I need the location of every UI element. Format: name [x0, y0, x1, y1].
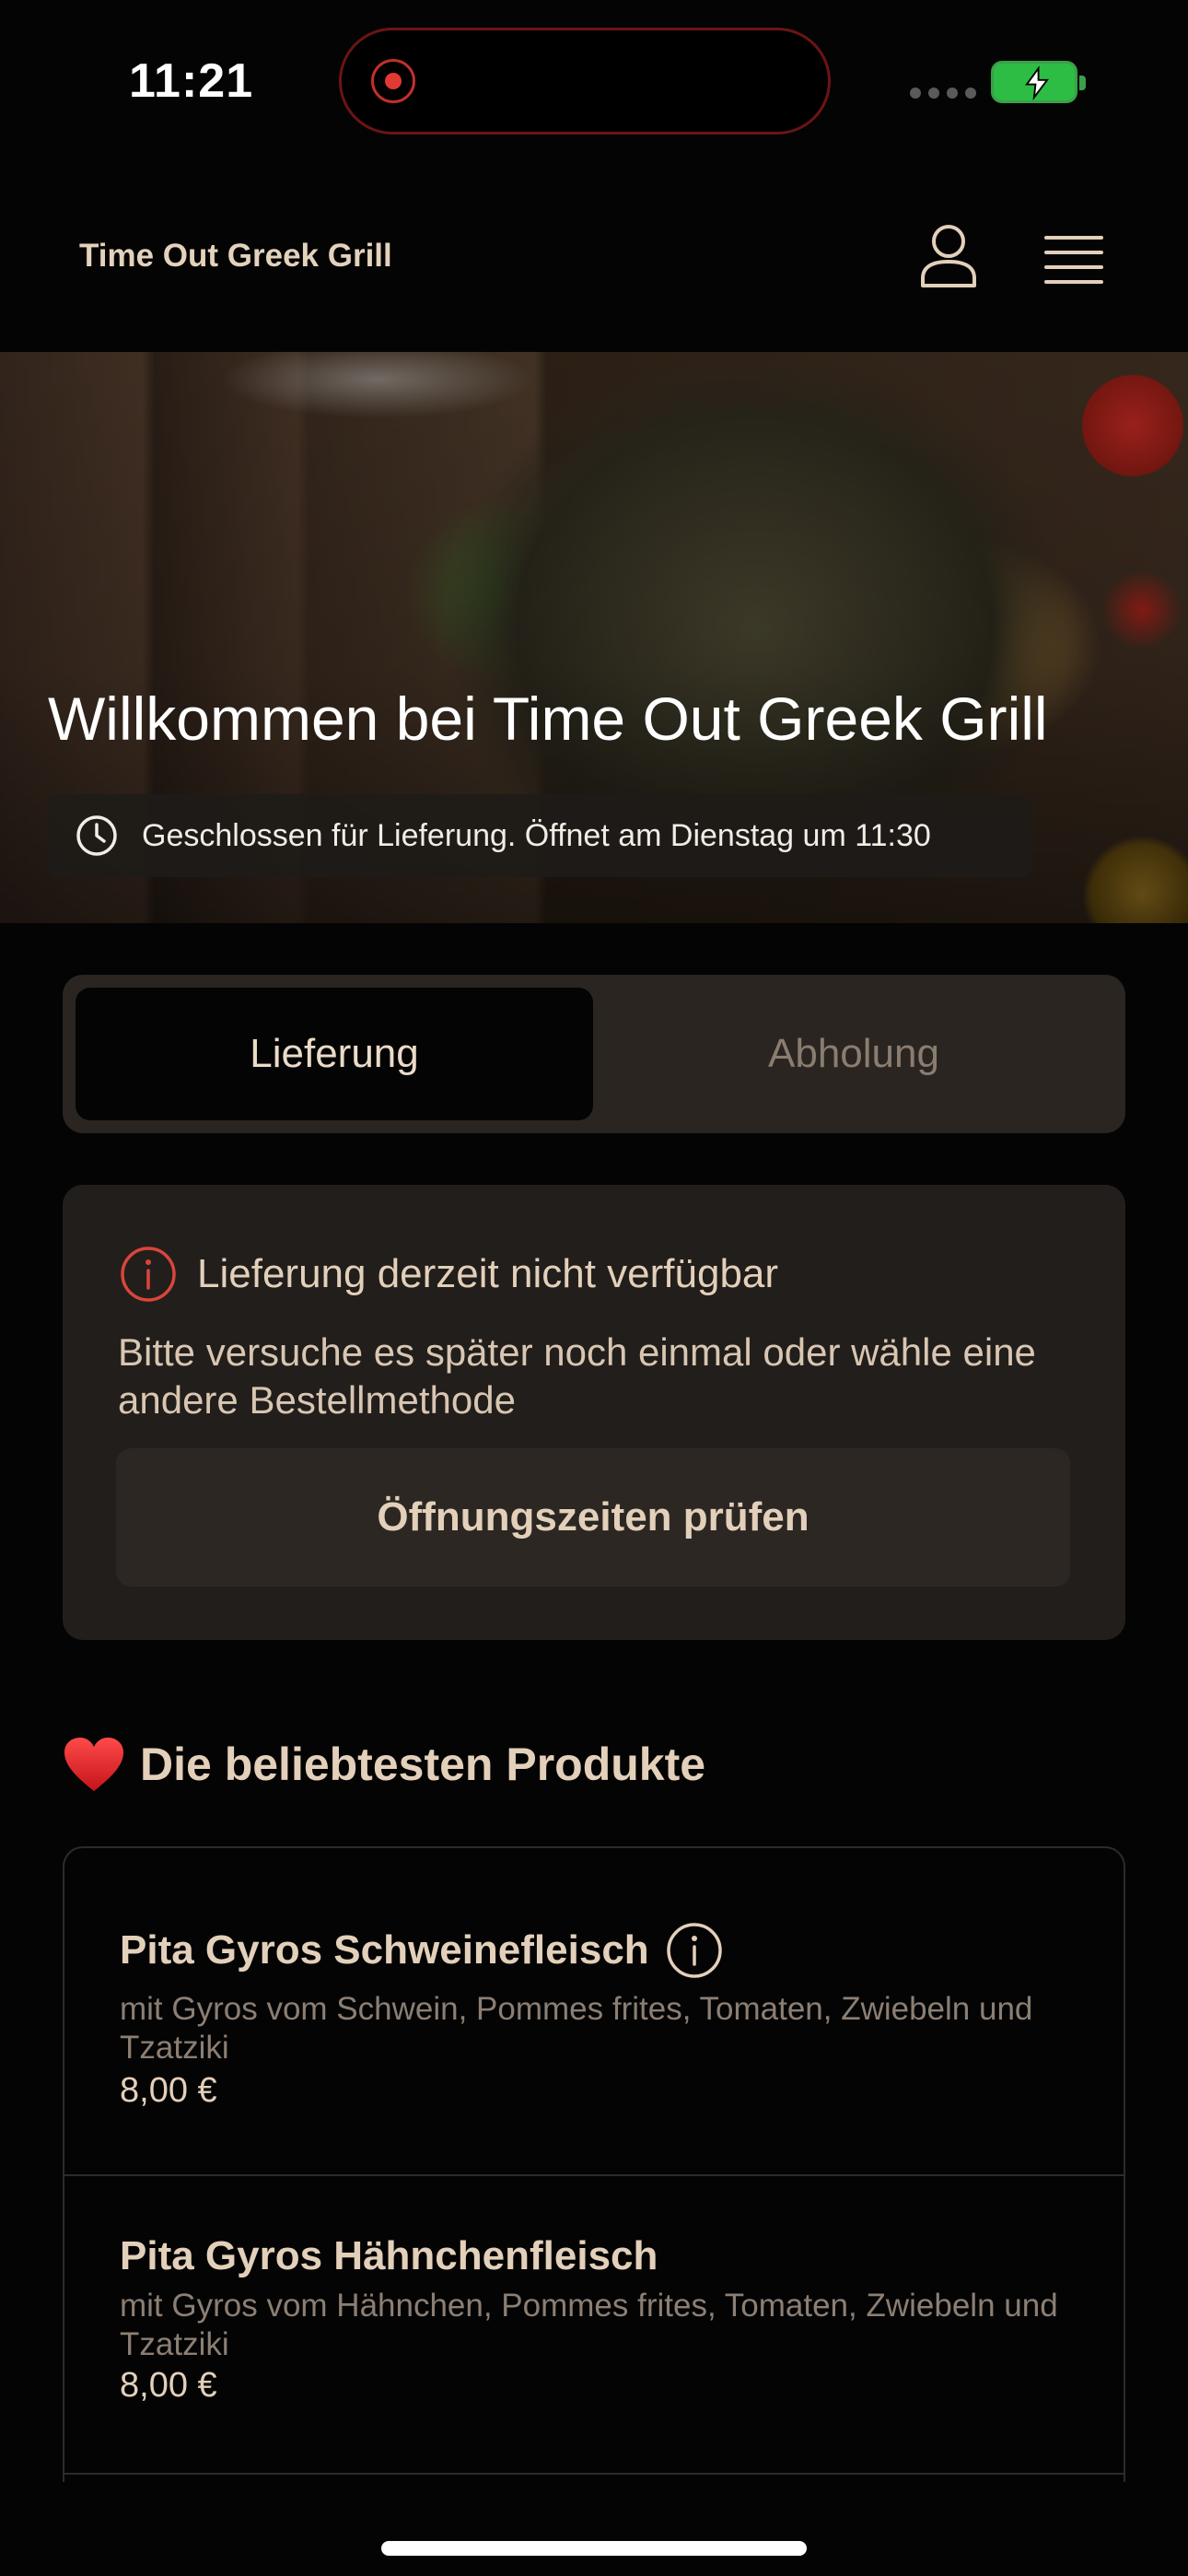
hero-title: Willkommen bei Time Out Greek Grill — [48, 685, 1048, 753]
product-name: Pita Gyros Schweinefleisch — [120, 1927, 649, 1973]
menu-icon[interactable] — [1044, 234, 1103, 286]
tab-delivery[interactable]: Lieferung — [76, 988, 593, 1120]
status-time: 11:21 — [129, 54, 254, 108]
order-mode-toggle: Lieferung Abholung — [63, 975, 1125, 1133]
product-name: Pita Gyros Hähnchenfleisch — [120, 2233, 658, 2278]
signal-icon — [910, 88, 976, 99]
dynamic-island — [339, 28, 831, 135]
section-title: Die beliebtesten Produkte — [140, 1739, 706, 1790]
popular-section-header: Die beliebtesten Produkte — [63, 1736, 705, 1793]
battery-icon — [991, 61, 1086, 103]
tab-pickup[interactable]: Abholung — [595, 988, 1112, 1120]
heart-icon — [64, 1738, 123, 1791]
alert-title-row: Lieferung derzeit nicht verfügbar — [120, 1246, 778, 1303]
brand-name[interactable]: Time Out Greek Grill — [79, 238, 392, 275]
product-description: mit Gyros vom Schwein, Pommes frites, To… — [120, 1991, 1033, 2066]
alert-title: Lieferung derzeit nicht verfügbar — [197, 1251, 779, 1296]
product-description: mit Gyros vom Hähnchen, Pommes frites, T… — [120, 2288, 1058, 2362]
product-item[interactable]: Pita Gyros Hähnchenfleisch mit Gyros vom… — [64, 2176, 1124, 2475]
hero-banner: Willkommen bei Time Out Greek Grill Gesc… — [0, 352, 1188, 923]
home-indicator[interactable] — [381, 2541, 807, 2556]
product-price: 8,00 € — [120, 2071, 217, 2110]
info-icon — [121, 1247, 176, 1302]
alert-body: Bitte versuche es später noch einmal ode… — [118, 1330, 1036, 1422]
user-icon[interactable] — [917, 223, 980, 289]
app-header: Time Out Greek Grill — [0, 166, 1188, 350]
delivery-unavailable-card: Lieferung derzeit nicht verfügbar Bitte … — [63, 1185, 1125, 1640]
hours-notice-text: Geschlossen für Lieferung. Öffnet am Die… — [142, 817, 931, 853]
product-name-row: Pita Gyros Hähnchenfleisch — [120, 2233, 658, 2279]
check-opening-hours-button[interactable]: Öffnungszeiten prüfen — [116, 1448, 1070, 1587]
product-price: 8,00 € — [120, 2366, 217, 2405]
clock-icon — [76, 815, 117, 856]
hours-notice: Geschlossen für Lieferung. Öffnet am Die… — [48, 794, 1031, 877]
status-bar: 11:21 — [0, 0, 1188, 166]
info-icon[interactable] — [666, 1922, 723, 1979]
product-list: Pita Gyros Schweinefleisch mit Gyros vom… — [63, 1846, 1125, 2482]
record-icon — [371, 59, 415, 103]
product-name-row: Pita Gyros Schweinefleisch — [120, 1922, 723, 1979]
product-item[interactable]: Pita Gyros Schweinefleisch mit Gyros vom… — [64, 1848, 1124, 2176]
